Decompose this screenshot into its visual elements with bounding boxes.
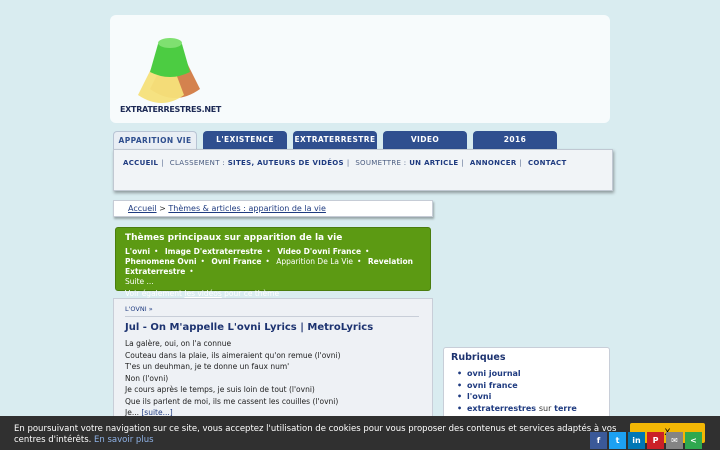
theme-link[interactable]: Phenomene Ovni [125, 257, 197, 266]
nav-soumettre-label: SOUMETTRE : [355, 159, 407, 167]
article-line: Couteau dans la plaie, ils aimeraient qu… [125, 350, 341, 360]
sub-navigation: ACCUEIL | CLASSEMENT : SITES, AUTEURS DE … [113, 149, 613, 191]
share-icon[interactable]: < [685, 432, 702, 449]
nav-contact[interactable]: CONTACT [528, 159, 567, 167]
twitter-icon[interactable]: t [609, 432, 626, 449]
site-logo-text[interactable]: EXTRATERRESTRES.NET [120, 105, 221, 114]
nav-classement-label: CLASSEMENT : [169, 159, 225, 167]
article-line: La galère, oui, on l'a connue [125, 339, 232, 348]
nav-annoncer[interactable]: ANNONCER [470, 159, 517, 167]
site-logo-icon[interactable] [120, 27, 220, 117]
tab-2016[interactable]: 2016 [473, 131, 557, 149]
tab-extraterrestre[interactable]: EXTRATERRESTRE [293, 131, 377, 149]
theme-link[interactable]: Image D'extraterrestre [165, 247, 263, 256]
article-line: Non (l'ovni) [125, 373, 169, 383]
theme-link[interactable]: Ovni France [211, 257, 261, 266]
themes-videos-link[interactable]: les vidéos [184, 289, 221, 298]
breadcrumb-separator: > [159, 204, 166, 213]
rubrique-item[interactable]: ovni journal [451, 368, 602, 380]
nav-soumettre-link[interactable]: UN ARTICLE [409, 159, 458, 167]
tab-existence[interactable]: L'EXISTENCE [203, 131, 287, 149]
rubrique-item[interactable]: extraterrestres sur terre [451, 403, 602, 415]
rubriques-title: Rubriques [451, 352, 506, 363]
breadcrumb-current[interactable]: Thèmes & articles : apparition de la vie [168, 204, 326, 213]
theme-link[interactable]: L'ovni [125, 247, 150, 256]
themes-more-link[interactable]: Suite ... [125, 277, 154, 286]
nav-accueil[interactable]: ACCUEIL [123, 159, 158, 167]
breadcrumb-home[interactable]: Accueil [128, 204, 157, 213]
nav-classement-link[interactable]: SITES, AUTEURS DE VIDÉOS [228, 159, 344, 167]
article-line: Que ils parlent de moi, ils me cassent l… [125, 396, 339, 406]
article-title[interactable]: Jul - On M'appelle L'ovni Lyrics | Metro… [125, 322, 421, 333]
themes-also: Voir également les vidéos pour ce thème [125, 289, 280, 298]
linkedin-icon[interactable]: in [628, 432, 645, 449]
theme-link[interactable]: Video D'ovni France [277, 247, 361, 256]
rubrique-item[interactable]: l'ovni [451, 391, 602, 403]
themes-title: Thèmes principaux sur apparition de la v… [125, 233, 343, 243]
facebook-icon[interactable]: f [590, 432, 607, 449]
pinterest-icon[interactable]: P [647, 432, 664, 449]
article-line: T'es un deuhman, je te donne un faux num… [125, 362, 290, 371]
themes-list: L'ovni • Image D'extraterrestre • Video D'… [125, 247, 413, 286]
cookie-text: En poursuivant votre navigation sur ce s… [14, 424, 617, 445]
tab-video[interactable]: VIDEO [383, 131, 467, 149]
tab-apparition-vie[interactable]: APPARITION VIE [113, 131, 197, 149]
article-category[interactable]: L'OVNI » [125, 305, 419, 317]
cookie-more-link[interactable]: En savoir plus [94, 435, 153, 445]
site-header: EXTRATERRESTRES.NET [110, 15, 610, 123]
email-icon[interactable]: ✉ [666, 432, 683, 449]
breadcrumb: Accueil > Thèmes & articles : apparition… [113, 200, 433, 217]
article-line: Je cours après le temps, je suis loin de… [125, 385, 315, 394]
rubrique-item[interactable]: ovni france [451, 380, 602, 392]
theme-link[interactable]: Apparition De La Vie [276, 257, 353, 266]
themes-box: Thèmes principaux sur apparition de la v… [115, 227, 431, 298]
